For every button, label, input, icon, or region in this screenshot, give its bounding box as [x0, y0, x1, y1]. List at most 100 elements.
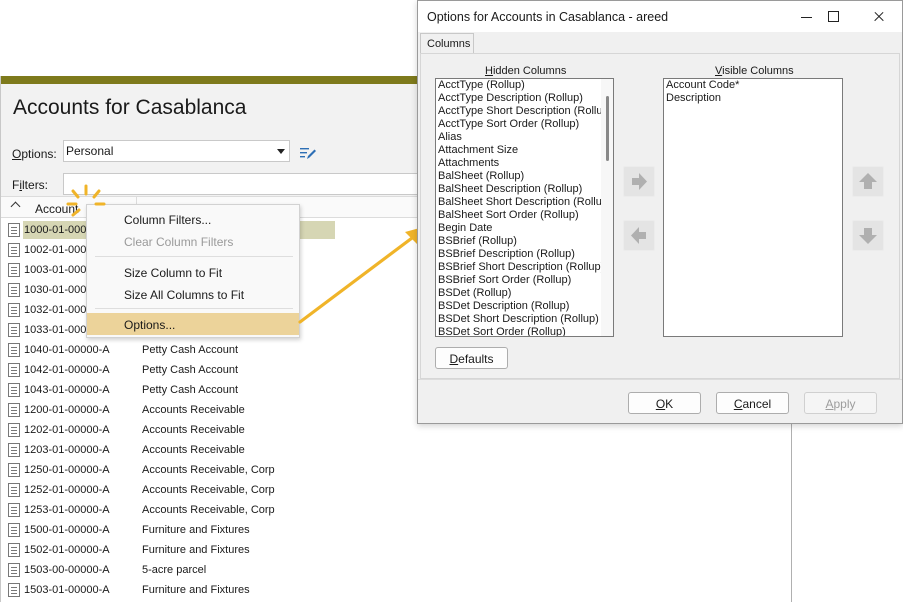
description-cell: Furniture and Fixtures — [142, 544, 250, 556]
document-icon — [8, 323, 20, 337]
hidden-column-item[interactable]: BalSheet Description (Rollup) — [436, 183, 613, 196]
description-cell: Petty Cash Account — [142, 364, 238, 376]
document-icon — [8, 443, 20, 457]
hidden-column-item[interactable]: AcctType (Rollup) — [436, 79, 613, 92]
document-icon — [8, 223, 20, 237]
table-row[interactable]: 1502-01-00000-A Furniture and Fixtures — [1, 540, 791, 560]
table-row[interactable]: 1503-01-00000-A Furniture and Fixtures — [1, 580, 791, 600]
hidden-column-item[interactable]: BSBrief Sort Order (Rollup) — [436, 274, 613, 287]
document-icon — [8, 483, 20, 497]
options-select[interactable]: Personal — [63, 140, 290, 162]
document-icon — [8, 363, 20, 377]
context-menu: Column Filters... Clear Column Filters S… — [86, 204, 300, 338]
dialog-title: Options for Accounts in Casablanca - are… — [427, 10, 669, 24]
menu-separator — [95, 256, 293, 257]
description-cell: Accounts Receivable — [142, 404, 245, 416]
options-select-value: Personal — [66, 144, 114, 158]
document-icon — [8, 583, 20, 597]
table-row[interactable]: 1203-01-00000-A Accounts Receivable — [1, 440, 791, 460]
hidden-columns-list[interactable]: AcctType (Rollup) AcctType Description (R… — [435, 78, 614, 337]
table-row[interactable]: 1503-00-00000-A 5-acre parcel — [1, 560, 791, 580]
options-label: Options: — [12, 147, 57, 161]
hidden-column-item[interactable]: Attachment Size — [436, 144, 613, 157]
menu-item-size-column[interactable]: Size Column to Fit — [87, 261, 299, 283]
hidden-column-item[interactable]: BSDet (Rollup) — [436, 287, 613, 300]
menu-separator — [95, 308, 293, 309]
description-cell: Accounts Receivable — [142, 444, 245, 456]
options-dialog: Options for Accounts in Casablanca - are… — [417, 0, 903, 424]
table-row[interactable]: 1253-01-00000-A Accounts Receivable, Corp — [1, 500, 791, 520]
document-icon — [8, 283, 20, 297]
ok-button[interactable]: OK — [628, 392, 701, 414]
menu-item-options[interactable]: Options... — [87, 313, 299, 335]
visible-column-item[interactable]: Description — [664, 92, 842, 105]
move-right-button[interactable] — [623, 166, 655, 197]
description-cell: 5-acre parcel — [142, 564, 207, 576]
description-cell: Furniture and Fixtures — [142, 524, 250, 536]
menu-item-column-filters[interactable]: Column Filters... — [87, 208, 299, 230]
page-title: Accounts for Casablanca — [13, 96, 247, 119]
dialog-footer-separator — [418, 379, 902, 380]
click-burst-icon — [66, 184, 106, 217]
hidden-column-item[interactable]: BSBrief Description (Rollup) — [436, 248, 613, 261]
hidden-column-item[interactable]: BSDet Sort Order (Rollup) — [436, 326, 613, 336]
filters-label: Filters: — [12, 178, 49, 192]
move-up-button[interactable] — [852, 166, 884, 197]
description-cell: Accounts Receivable, Corp — [142, 504, 275, 516]
cancel-button[interactable]: Cancel — [716, 392, 789, 414]
hidden-column-item[interactable]: Alias — [436, 131, 613, 144]
tab-columns[interactable]: Columns — [420, 33, 474, 54]
menu-item-clear-column-filters: Clear Column Filters — [124, 235, 234, 249]
description-cell: Furniture and Fixtures — [142, 584, 250, 596]
hidden-column-item[interactable]: Begin Date — [436, 222, 613, 235]
edit-options-icon[interactable] — [299, 145, 317, 161]
document-icon — [8, 503, 20, 517]
document-icon — [8, 563, 20, 577]
visible-columns-list[interactable]: Account Code* Description — [663, 78, 843, 337]
hidden-column-item[interactable]: BalSheet Short Description (Rollup) — [436, 196, 613, 209]
description-cell: Accounts Receivable, Corp — [142, 464, 275, 476]
scroll-thumb[interactable] — [606, 96, 609, 161]
close-icon[interactable] — [862, 3, 896, 29]
move-left-button[interactable] — [623, 220, 655, 251]
description-cell: Petty Cash Account — [142, 344, 238, 356]
document-icon — [8, 383, 20, 397]
document-icon — [8, 263, 20, 277]
arrow-down-icon — [859, 228, 877, 244]
filters-input[interactable] — [63, 173, 423, 195]
visible-column-item[interactable]: Account Code* — [664, 79, 842, 92]
table-row[interactable]: 1250-01-00000-A Accounts Receivable, Corp — [1, 460, 791, 480]
move-down-button[interactable] — [852, 220, 884, 251]
menu-item-size-all-columns[interactable]: Size All Columns to Fit — [87, 283, 299, 305]
hidden-column-item[interactable]: BSBrief (Rollup) — [436, 235, 613, 248]
hidden-column-item[interactable]: BalSheet Sort Order (Rollup) — [436, 209, 613, 222]
arrow-right-icon — [632, 173, 647, 190]
hidden-column-item[interactable]: Attachments — [436, 157, 613, 170]
table-row[interactable]: 1500-01-00000-A Furniture and Fixtures — [1, 520, 791, 540]
document-icon — [8, 403, 20, 417]
dialog-tabs: Columns — [418, 32, 902, 54]
hidden-column-item[interactable]: BSBrief Short Description (Rollup) — [436, 261, 613, 274]
apply-button: Apply — [804, 392, 877, 414]
hidden-columns-label: Hidden Columns — [485, 65, 567, 77]
dialog-titlebar: Options for Accounts in Casablanca - are… — [418, 1, 902, 32]
description-cell: Petty Cash Account — [142, 384, 238, 396]
hidden-column-item[interactable]: BSDet Description (Rollup) — [436, 300, 613, 313]
defaults-button[interactable]: Defaults — [435, 347, 508, 369]
document-icon — [8, 343, 20, 357]
document-icon — [8, 463, 20, 477]
hidden-column-item[interactable]: BSDet Short Description (Rollup) — [436, 313, 613, 326]
chevron-down-icon — [277, 149, 285, 154]
document-icon — [8, 523, 20, 537]
hidden-column-item[interactable]: AcctType Description (Rollup) — [436, 92, 613, 105]
arrow-up-icon — [859, 173, 877, 189]
document-icon — [8, 303, 20, 317]
sort-ascending-icon[interactable] — [10, 201, 21, 212]
hidden-column-item[interactable]: AcctType Sort Order (Rollup) — [436, 118, 613, 131]
hidden-column-item[interactable]: AcctType Short Description (Rollup) — [436, 105, 613, 118]
maximize-icon[interactable] — [816, 3, 850, 29]
hidden-column-item[interactable]: BalSheet (Rollup) — [436, 170, 613, 183]
description-cell: Accounts Receivable, Corp — [142, 484, 275, 496]
hidden-list-scrollbar[interactable] — [601, 79, 613, 336]
table-row[interactable]: 1252-01-00000-A Accounts Receivable, Corp — [1, 480, 791, 500]
